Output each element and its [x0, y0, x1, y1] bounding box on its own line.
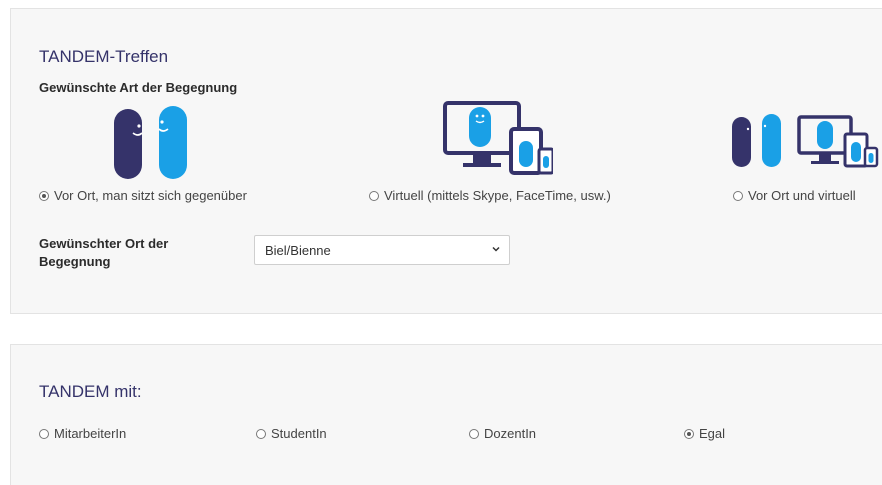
radio-both[interactable] — [733, 190, 743, 201]
radio-egal[interactable] — [684, 428, 694, 439]
both-illustration — [732, 114, 879, 168]
location-label-line1: Gewünschter Ort der — [39, 236, 169, 251]
radio-virtual[interactable] — [369, 190, 379, 201]
option-label: StudentIn — [271, 426, 327, 441]
option-label: Vor Ort und virtuell — [748, 188, 856, 203]
meeting-title: TANDEM-Treffen — [39, 47, 169, 66]
meeting-option-both[interactable]: Vor Ort und virtuell — [733, 188, 856, 203]
meeting-type-label: Gewünschte Art der Begegnung — [39, 80, 238, 95]
option-label: DozentIn — [484, 426, 537, 441]
partner-panel: TANDEM mit: MitarbeiterIn StudentIn Doze… — [10, 344, 882, 485]
radio-dozentin[interactable] — [469, 428, 479, 439]
partner-option-egal[interactable]: Egal — [684, 426, 725, 441]
radio-mitarbeiterin[interactable] — [39, 428, 49, 439]
location-select[interactable]: Biel/Bienne — [254, 235, 510, 265]
partner-option-dozentin[interactable]: DozentIn — [469, 426, 536, 441]
location-label: Gewünschter Ort der Begegnung — [39, 235, 168, 271]
in-person-illustration — [114, 106, 187, 179]
meeting-option-in-person[interactable]: Vor Ort, man sitzt sich gegenüber — [39, 188, 247, 203]
option-label: Egal — [699, 426, 726, 441]
partner-option-studentin[interactable]: StudentIn — [256, 426, 327, 441]
meeting-panel: TANDEM-Treffen Gewünschte Art der Begegn… — [10, 8, 882, 314]
option-label: MitarbeiterIn — [54, 426, 127, 441]
partner-option-mitarbeiterin[interactable]: MitarbeiterIn — [39, 426, 126, 441]
location-select-value: Biel/Bienne — [265, 242, 331, 258]
meeting-option-virtual[interactable]: Virtuell (mittels Skype, FaceTime, usw.) — [369, 188, 611, 203]
radio-studentin[interactable] — [256, 428, 266, 439]
radio-in-person[interactable] — [39, 190, 49, 201]
location-label-line2: Begegnung — [39, 254, 111, 269]
option-label: Vor Ort, man sitzt sich gegenüber — [54, 188, 247, 203]
chevron-down-icon — [492, 246, 500, 252]
virtual-devices-illustration — [443, 101, 553, 175]
option-label: Virtuell (mittels Skype, FaceTime, usw.) — [384, 188, 611, 203]
partner-title: TANDEM mit: — [39, 382, 142, 401]
